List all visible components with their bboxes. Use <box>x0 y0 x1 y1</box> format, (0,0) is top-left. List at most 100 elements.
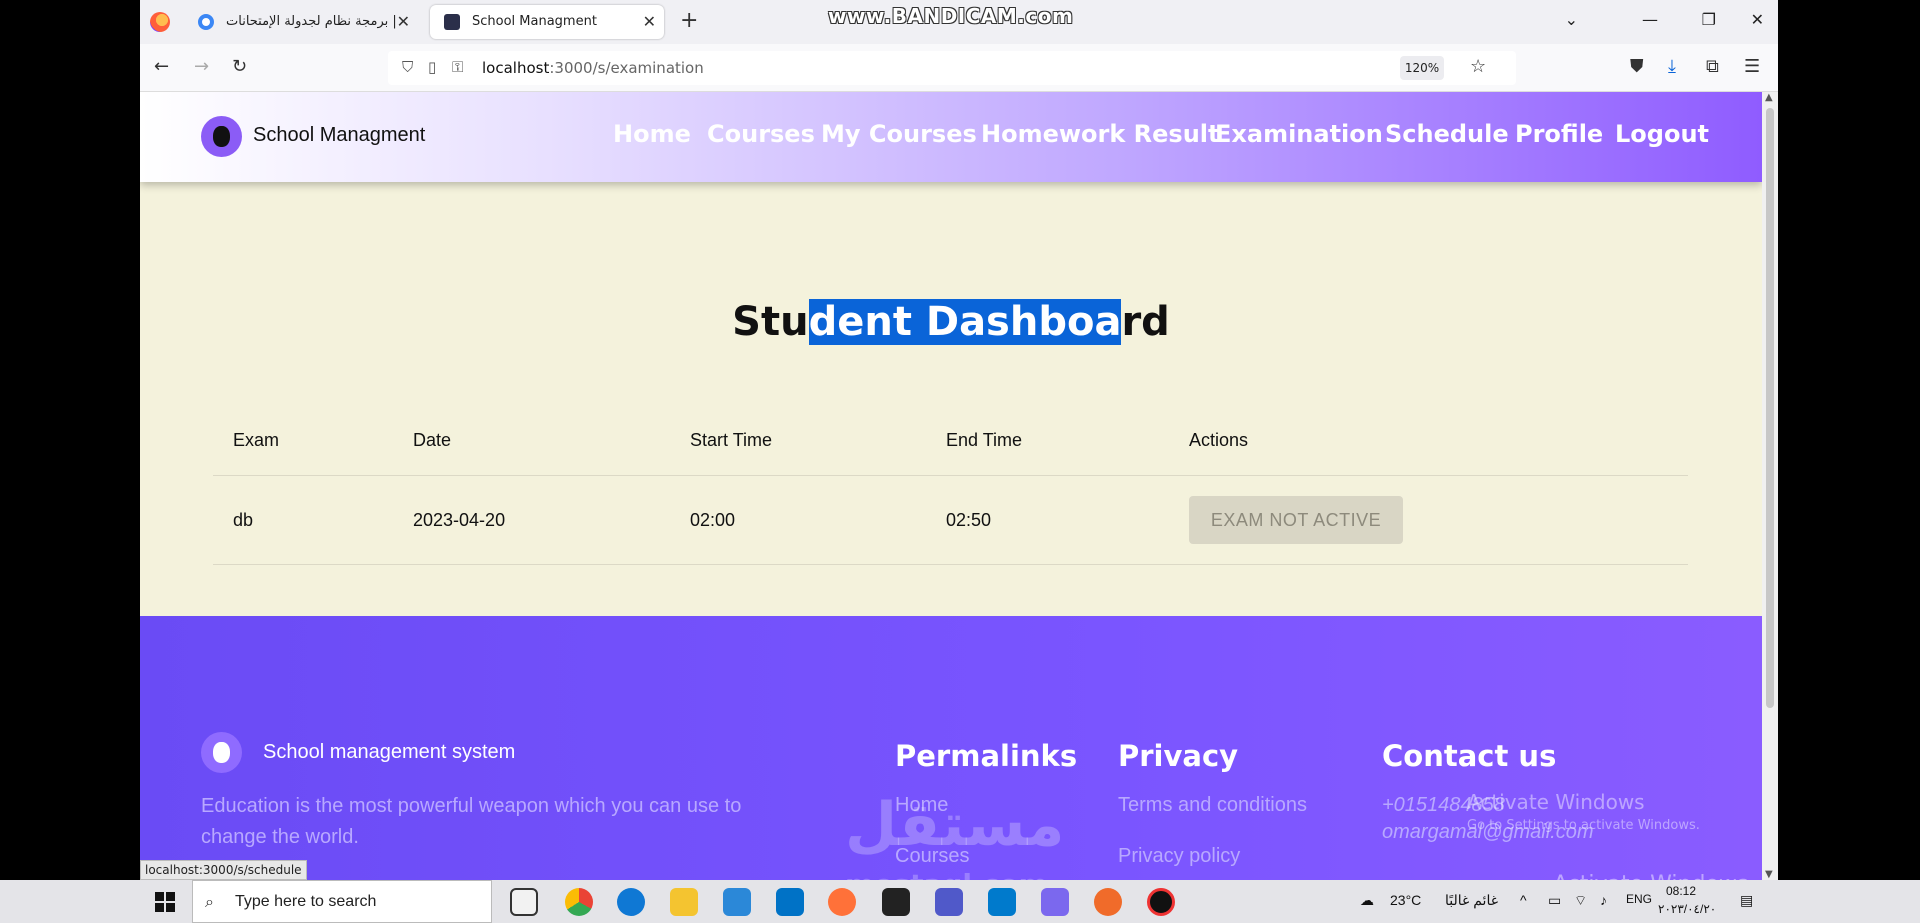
mail-icon[interactable] <box>776 888 804 916</box>
nav-logout[interactable]: Logout <box>1615 120 1709 148</box>
microsoft-store-icon[interactable] <box>723 888 751 916</box>
wifi-icon[interactable]: ⌔ <box>1574 892 1587 910</box>
search-icon: ⌕ <box>205 892 214 911</box>
footer-brand: School management system <box>263 741 516 763</box>
brain-logo-icon[interactable] <box>201 116 242 157</box>
url-host: localhost <box>482 59 550 77</box>
title-selected-text: dent Dashboa <box>808 299 1122 345</box>
language-indicator[interactable]: ENG <box>1626 892 1652 906</box>
search-placeholder: Type here to search <box>235 893 377 910</box>
firefox-taskbar-icon[interactable] <box>828 888 856 916</box>
firefox-logo-icon[interactable] <box>150 12 170 32</box>
file-explorer-icon[interactable] <box>670 888 698 916</box>
pocket-icon[interactable]: ⛊ <box>1630 56 1644 77</box>
key-icon[interactable]: ⚿ <box>452 58 463 76</box>
cell-exam: db <box>233 510 254 530</box>
table-divider <box>213 475 1688 476</box>
desktop-screen: برمجة نظام لجدولة الإمتحانات | ✕ School … <box>0 0 1920 923</box>
minimize-icon[interactable]: — <box>1642 10 1658 29</box>
clock-time[interactable]: 08:12 <box>1666 884 1696 898</box>
column-header-actions: Actions <box>1189 430 1249 450</box>
edge-icon[interactable] <box>617 888 645 916</box>
nav-homework-result[interactable]: Homework Result <box>981 120 1220 148</box>
activate-windows-title: Activate Windows <box>1467 790 1645 814</box>
page-title: Student Dashboard <box>140 299 1762 345</box>
cell-end-time: 02:50 <box>946 510 992 530</box>
scroll-up-icon[interactable]: ▲ <box>1765 92 1773 103</box>
contact-heading: Contact us <box>1382 739 1557 773</box>
bandicam-record-icon[interactable] <box>1147 888 1175 916</box>
url-bar[interactable]: ⛉ ▯ ⚿ localhost:3000/s/examination <box>388 51 1516 85</box>
volume-icon[interactable]: ♪ <box>1600 892 1607 908</box>
privacy-heading: Privacy <box>1118 739 1239 773</box>
column-header-start-time: Start Time <box>690 430 773 450</box>
restore-icon[interactable]: ❐ <box>1702 10 1716 29</box>
navigation-toolbar: ← → ↻ ⛉ ▯ ⚿ localhost:3000/s/examination… <box>140 44 1778 92</box>
scroll-down-icon[interactable]: ▼ <box>1765 869 1773 880</box>
teams-icon[interactable] <box>935 888 963 916</box>
windows-start-icon[interactable] <box>155 892 175 912</box>
url-path: :3000/s/examination <box>549 59 704 77</box>
table-divider <box>213 564 1688 565</box>
page-scrollbar[interactable]: ▲ ▼ <box>1762 92 1778 880</box>
taskbar-search[interactable]: ⌕ Type here to search <box>192 880 492 923</box>
column-header-date: Date <box>413 430 452 450</box>
weather-temp[interactable]: 23°C <box>1390 892 1421 908</box>
column-header-end-time: End Time <box>946 430 1023 450</box>
footer-link-terms[interactable]: Terms and conditions <box>1118 794 1307 817</box>
brand-name[interactable]: School Managment <box>253 124 425 147</box>
nav-my-courses[interactable]: My Courses <box>821 120 977 148</box>
footer-link-privacy-policy[interactable]: Privacy policy <box>1118 845 1240 868</box>
postman-icon[interactable] <box>1094 888 1122 916</box>
nav-schedule[interactable]: Schedule <box>1385 120 1509 148</box>
activate-windows-subtitle: Go to Settings to activate Windows. <box>1467 818 1700 833</box>
tab-title: School Managment <box>472 14 597 29</box>
mostaql-watermark: مستقل <box>845 790 1065 860</box>
show-hidden-icons-icon[interactable]: ^ <box>1520 892 1527 908</box>
battery-icon[interactable]: ▭ <box>1548 892 1561 909</box>
back-icon[interactable]: ← <box>154 56 169 77</box>
terminal-icon[interactable] <box>882 888 910 916</box>
url-text[interactable]: localhost:3000/s/examination <box>482 59 704 77</box>
bookmark-star-icon[interactable]: ☆ <box>1470 56 1486 77</box>
nav-profile[interactable]: Profile <box>1515 120 1603 148</box>
scrollbar-thumb[interactable] <box>1766 108 1774 708</box>
exam-not-active-button[interactable]: EXAM NOT ACTIVE <box>1189 496 1403 544</box>
tab-exam-scheduling[interactable]: برمجة نظام لجدولة الإمتحانات | ✕ <box>184 5 418 39</box>
nav-examination[interactable]: Examination <box>1215 120 1383 148</box>
vscode-icon[interactable] <box>988 888 1016 916</box>
page-icon[interactable]: ▯ <box>428 58 436 76</box>
shield-icon[interactable]: ⛉ <box>402 58 413 76</box>
clock-date[interactable]: ٢٠٢٣/٠٤/٢٠ <box>1658 902 1716 916</box>
footer-description: Education is the most powerful weapon wh… <box>201 795 742 848</box>
tab-favicon-icon <box>198 14 214 30</box>
extensions-icon[interactable]: ⧉ <box>1706 56 1719 77</box>
title-part: Stu <box>732 299 809 345</box>
nav-home[interactable]: Home <box>613 120 691 148</box>
web-page: School Managment Home Courses My Courses… <box>140 92 1762 880</box>
close-window-icon[interactable]: ✕ <box>1751 10 1764 29</box>
app-icon[interactable] <box>1041 888 1069 916</box>
zoom-level[interactable]: 120% <box>1400 56 1444 80</box>
bandicam-watermark: www.BANDICAM.com <box>828 4 1074 28</box>
close-tab-icon[interactable]: ✕ <box>397 5 410 39</box>
task-view-icon[interactable] <box>510 888 538 916</box>
tab-title: برمجة نظام لجدولة الإمتحانات | <box>226 14 397 29</box>
new-tab-icon[interactable]: + <box>680 8 698 33</box>
nav-courses[interactable]: Courses <box>707 120 815 148</box>
cell-start-time: 02:00 <box>690 510 736 530</box>
permalinks-heading: Permalinks <box>895 739 1078 773</box>
tab-school-managment[interactable]: School Managment ✕ <box>430 5 664 39</box>
reload-icon[interactable]: ↻ <box>232 56 247 77</box>
chrome-icon[interactable] <box>565 888 593 916</box>
cell-date: 2023-04-20 <box>413 510 506 530</box>
menu-icon[interactable]: ☰ <box>1744 56 1760 77</box>
downloads-icon[interactable]: ⤓ <box>1668 56 1676 77</box>
weather-description[interactable]: غائم غالبًا <box>1445 892 1498 909</box>
react-favicon-icon <box>444 14 460 30</box>
weather-icon[interactable]: ☁ <box>1360 892 1374 909</box>
notifications-icon[interactable]: ▤ <box>1740 892 1753 909</box>
forward-icon[interactable]: → <box>194 56 209 77</box>
close-tab-icon[interactable]: ✕ <box>643 5 656 39</box>
list-all-tabs-icon[interactable]: ⌄ <box>1565 10 1578 29</box>
